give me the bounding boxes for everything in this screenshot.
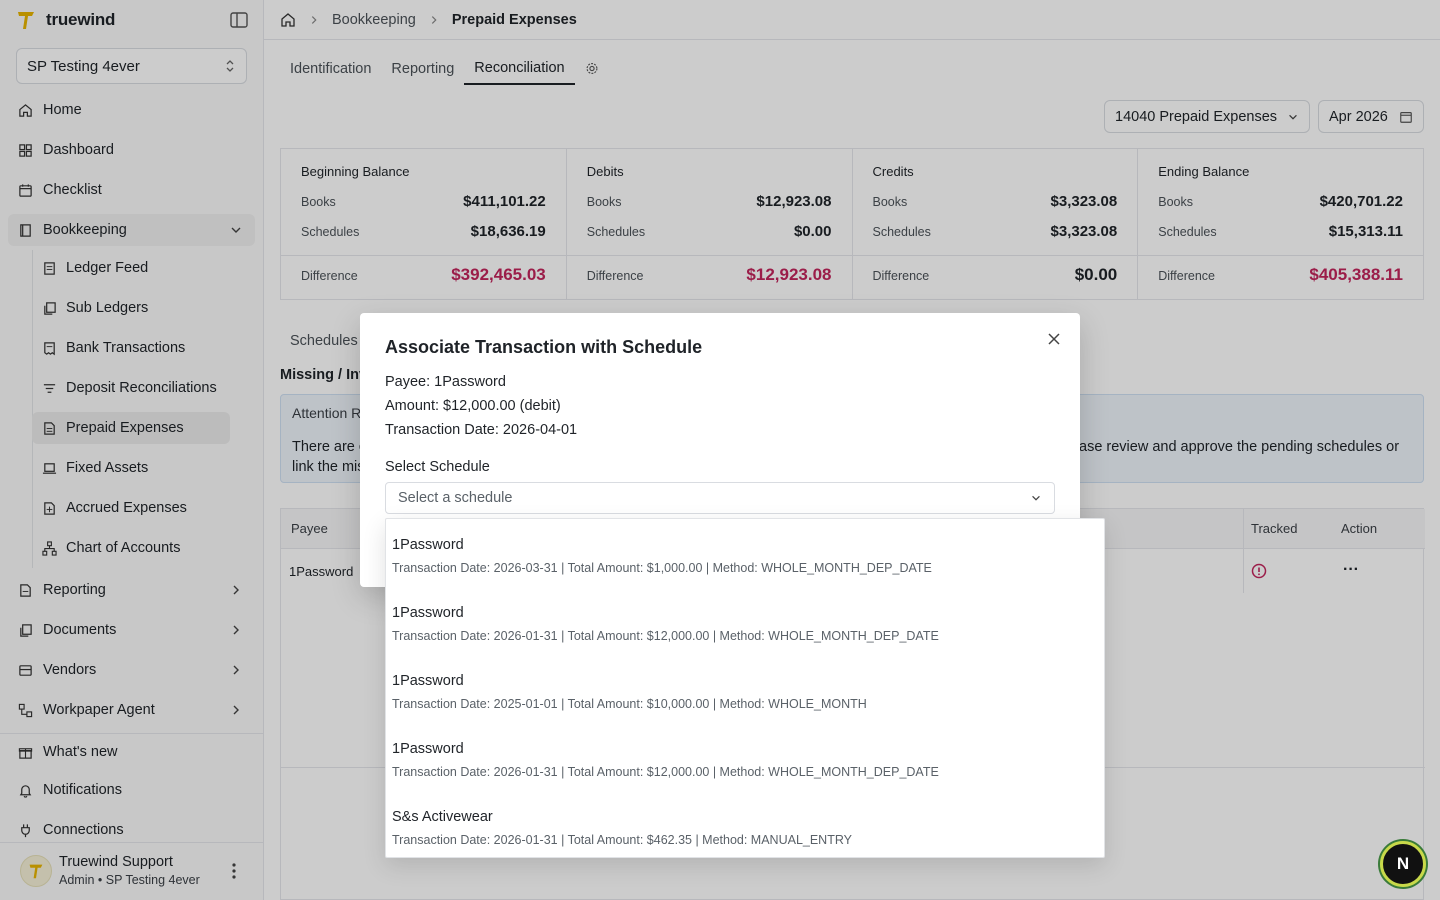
schedule-options-list: 1Password Transaction Date: 2026-03-31 |… (385, 518, 1105, 858)
option-detail: Transaction Date: 2026-01-31 | Total Amo… (392, 629, 939, 643)
dev-tools-badge-label: N (1396, 854, 1410, 873)
dev-tools-badge[interactable]: N (1380, 841, 1426, 887)
schedule-option[interactable]: S&s Activewear Transaction Date: 2026-01… (386, 795, 1104, 863)
payee-info: Payee: 1Password (385, 374, 506, 390)
option-name: 1Password (392, 605, 464, 621)
schedule-option[interactable]: 1Password Transaction Date: 2025-01-01 |… (386, 659, 1104, 727)
schedule-select-placeholder: Select a schedule (398, 490, 513, 506)
chevron-down-icon (1032, 495, 1040, 501)
option-detail: Transaction Date: 2026-01-31 | Total Amo… (392, 765, 939, 779)
option-detail: Transaction Date: 2025-01-01 | Total Amo… (392, 697, 867, 711)
option-detail: Transaction Date: 2026-03-31 | Total Amo… (392, 561, 932, 575)
select-schedule-label: Select Schedule (385, 459, 490, 475)
option-detail: Transaction Date: 2026-01-31 | Total Amo… (392, 833, 852, 847)
option-name: 1Password (392, 741, 464, 757)
option-name: 1Password (392, 537, 464, 553)
dialog-title: Associate Transaction with Schedule (385, 337, 703, 357)
date-info: Transaction Date: 2026-04-01 (385, 422, 578, 438)
schedule-option[interactable]: 1Password Transaction Date: 2026-03-31 |… (386, 523, 1104, 591)
close-icon[interactable] (1046, 331, 1062, 347)
option-name: 1Password (392, 673, 464, 689)
amount-info: Amount: $12,000.00 (debit) (385, 398, 561, 414)
schedule-option[interactable]: 1Password Transaction Date: 2026-01-31 |… (386, 591, 1104, 659)
schedule-option[interactable]: 1Password Transaction Date: 2026-01-31 |… (386, 727, 1104, 795)
schedule-select[interactable]: Select a schedule (385, 482, 1055, 514)
option-name: S&s Activewear (392, 809, 493, 825)
